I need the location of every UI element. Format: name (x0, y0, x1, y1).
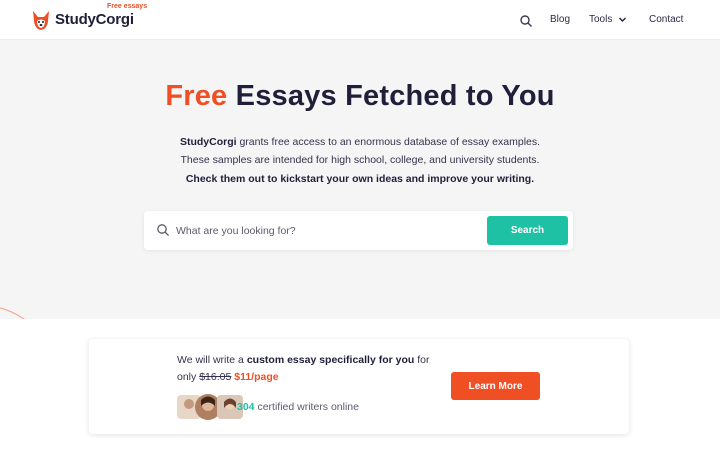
writers-online: 304 certified writers online (237, 401, 359, 413)
nav-tools[interactable]: Tools (589, 14, 627, 25)
writers-label: certified writers online (254, 401, 359, 413)
promo-text-after: for (414, 354, 430, 366)
logo-name: StudyCorgi (55, 11, 134, 28)
old-price: $16.05 (199, 371, 232, 383)
nav-blog[interactable]: Blog (550, 14, 570, 25)
corgi-logo-icon (33, 11, 49, 30)
hero-brand-name: StudyCorgi (179, 136, 237, 148)
search-button[interactable]: Search (487, 216, 568, 245)
nav-tools-label: Tools (589, 14, 613, 25)
promo-only-label: only (177, 371, 200, 383)
search-icon (157, 224, 170, 237)
logo[interactable]: Free essays StudyCorgi (31, 3, 147, 33)
site-header: Free essays StudyCorgi Blog Tools Contac… (0, 0, 720, 40)
promo-text-before: We will write a (177, 354, 247, 366)
hero-description-line-2: These samples are intended for high scho… (180, 154, 540, 166)
new-price: $11/page (234, 371, 279, 383)
title-rest: Essays Fetched to You (227, 80, 555, 112)
search-bar: Search (144, 211, 573, 250)
decorative-arc (0, 307, 25, 319)
logo-tagline: Free essays (107, 3, 148, 10)
hero-description-line-1: StudyCorgi grants free access to an enor… (0, 136, 720, 148)
title-accent: Free (165, 80, 228, 112)
hero-section: Free Essays Fetched to You StudyCorgi gr… (0, 40, 720, 319)
chevron-down-icon (619, 17, 627, 23)
learn-more-button[interactable]: Learn More (451, 372, 540, 400)
promo-text-line-1: We will write a custom essay specificall… (177, 354, 430, 366)
custom-essay-promo-card: We will write a custom essay specificall… (89, 339, 629, 434)
writer-avatars (177, 394, 243, 420)
hero-line-1-text: grants free access to an enormous databa… (236, 136, 541, 148)
search-icon[interactable] (519, 14, 533, 28)
search-input[interactable] (176, 211, 476, 250)
writers-count: 304 (237, 401, 255, 413)
page-title: Free Essays Fetched to You (0, 80, 720, 113)
nav-contact[interactable]: Contact (649, 14, 683, 25)
hero-description-line-3: Check them out to kickstart your own ide… (185, 173, 535, 185)
promo-price-line: only $16.05 $11/page (177, 371, 279, 383)
promo-text-bold: custom essay specifically for you (246, 354, 415, 366)
